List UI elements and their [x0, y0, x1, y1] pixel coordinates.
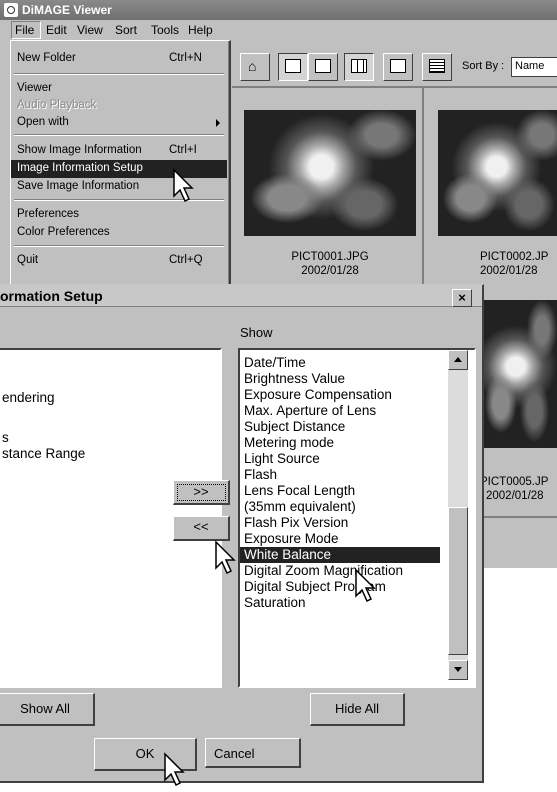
list-item[interactable]: Lens Focal Length — [244, 483, 355, 499]
thumbnail-date: 2002/01/28 — [301, 265, 359, 277]
submenu-arrow-icon — [216, 119, 220, 127]
menu-edit[interactable]: Edit — [46, 23, 67, 37]
thumbnail-card[interactable]: PICT0005.JP 2002/01/28 — [480, 290, 557, 566]
close-icon: × — [458, 290, 466, 305]
list-item[interactable]: Date/Time — [244, 355, 306, 371]
thumbnail-view-button[interactable] — [344, 53, 374, 81]
hide-all-button[interactable]: Hide All — [310, 693, 405, 726]
sort-value: Name — [515, 60, 545, 72]
list-item[interactable]: s — [2, 430, 9, 446]
menu-item-new-folder[interactable]: New Folder Ctrl+N — [11, 50, 227, 68]
list-item[interactable]: Flash — [244, 467, 277, 483]
menubar: File Edit View Sort Tools Help — [0, 20, 557, 40]
menu-item-color-preferences[interactable]: Color Preferences — [11, 224, 227, 242]
menu-sort[interactable]: Sort — [115, 23, 137, 37]
menu-view[interactable]: View — [77, 23, 103, 37]
add-to-show-button[interactable]: >> — [173, 480, 230, 505]
cancel-button[interactable]: Cancel — [205, 738, 301, 768]
viewer-title: DiMAGE Viewer — [22, 3, 112, 17]
mouse-cursor-icon — [355, 568, 376, 603]
shown-list-scrollbar[interactable] — [448, 350, 468, 680]
thumbnail-card[interactable]: PICT0001.JPG 2002/01/28 — [232, 88, 424, 288]
detail-view-button[interactable] — [422, 53, 452, 81]
convert-icon — [285, 59, 301, 73]
mouse-cursor-icon — [164, 752, 185, 787]
detail-view-icon — [429, 59, 445, 73]
thumbnail-date: 2002/01/28 — [486, 490, 544, 502]
thumbnail-image — [482, 300, 557, 448]
file-menu-dropdown: New Folder Ctrl+N Viewer Audio Playback O… — [10, 40, 231, 293]
menu-item-quit[interactable]: Quit Ctrl+Q — [11, 252, 227, 270]
list-item[interactable]: Max. Aperture of Lens — [244, 403, 376, 419]
thumbnail-date: 2002/01/28 — [480, 265, 538, 277]
home-button[interactable]: ⌂ — [240, 53, 270, 81]
list-item[interactable]: endering — [2, 390, 55, 406]
thumbnail-image — [438, 110, 557, 236]
list-item[interactable]: Saturation — [244, 595, 306, 611]
show-list-label: Show — [240, 325, 273, 340]
list-item[interactable]: Subject Distance — [244, 419, 345, 435]
list-item[interactable]: Metering mode — [244, 435, 334, 451]
thumbnail-filename: PICT0005.JP — [480, 476, 549, 488]
dialog-close-button[interactable]: × — [452, 289, 472, 307]
remove-from-show-button[interactable]: << — [173, 516, 230, 541]
sort-label: Sort By : — [462, 60, 505, 72]
shown-items-list[interactable]: Date/Time Brightness Value Exposure Comp… — [238, 348, 476, 688]
list-item[interactable]: (35mm equivalent) — [244, 499, 356, 515]
list-view-button[interactable] — [383, 53, 413, 81]
menu-item-preferences[interactable]: Preferences — [11, 206, 227, 224]
camera-icon — [315, 59, 331, 73]
list-item[interactable]: Exposure Mode — [244, 531, 339, 547]
scroll-down-button[interactable] — [448, 660, 468, 680]
mouse-cursor-icon — [215, 540, 236, 575]
app-icon — [4, 3, 18, 17]
mouse-cursor-icon — [173, 168, 194, 203]
menu-help[interactable]: Help — [188, 23, 213, 37]
menu-item-viewer[interactable]: Viewer — [11, 80, 227, 98]
dialog-title: ormation Setup — [0, 288, 103, 304]
thumbnail-image — [244, 110, 416, 236]
menu-file[interactable]: File — [15, 23, 34, 37]
list-item[interactable]: Brightness Value — [244, 371, 345, 387]
viewer-titlebar: DiMAGE Viewer — [0, 0, 557, 20]
scroll-up-button[interactable] — [448, 350, 468, 370]
menu-tools[interactable]: Tools — [151, 23, 179, 37]
menu-item-show-image-information[interactable]: Show Image Information Ctrl+I — [11, 142, 227, 160]
list-item-selected[interactable]: White Balance — [240, 547, 440, 563]
show-all-button[interactable]: Show All — [0, 693, 95, 726]
convert-button[interactable] — [278, 53, 308, 81]
list-item[interactable]: Flash Pix Version — [244, 515, 348, 531]
menu-item-open-with[interactable]: Open with — [11, 114, 227, 132]
list-item[interactable]: Exposure Compensation — [244, 387, 392, 403]
menu-item-audio-playback: Audio Playback — [17, 99, 97, 111]
thumbnail-card[interactable]: PICT0002.JP 2002/01/28 — [428, 88, 557, 288]
arrow-up-icon — [454, 357, 462, 362]
list-item[interactable]: stance Range — [2, 446, 85, 462]
arrow-down-icon — [454, 667, 462, 672]
list-view-icon — [390, 59, 406, 73]
home-icon: ⌂ — [248, 58, 257, 74]
camera-button[interactable] — [308, 53, 338, 81]
thumbnail-filename: PICT0002.JP — [480, 251, 549, 263]
thumbnail-view-icon — [351, 59, 367, 73]
scroll-thumb[interactable] — [448, 507, 468, 655]
sort-select[interactable]: Name — [511, 57, 557, 77]
thumbnail-filename: PICT0001.JPG — [291, 251, 369, 263]
list-item[interactable]: Light Source — [244, 451, 320, 467]
